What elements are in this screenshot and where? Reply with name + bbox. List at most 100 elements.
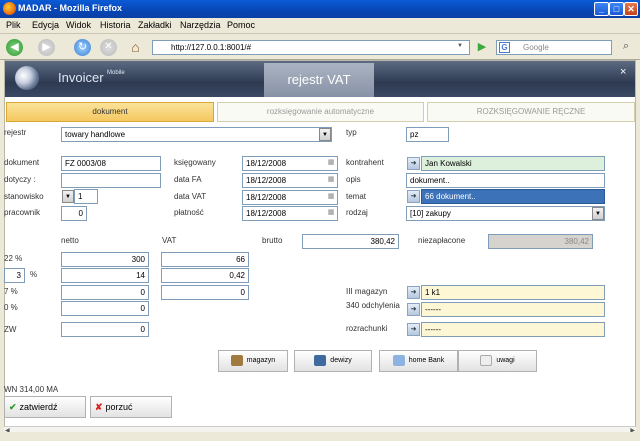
netto-zw-field[interactable]: 0 — [61, 322, 149, 337]
confirm-button[interactable]: ✔ zatwierdź — [4, 396, 86, 418]
magazyn-button[interactable]: magazyn — [218, 350, 288, 372]
rate-22-label: 22 % — [4, 254, 23, 263]
stop-icon[interactable]: ✕ — [100, 39, 117, 56]
calendar-icon[interactable]: ▦ — [326, 157, 336, 170]
odchylenia-field[interactable]: ------ — [421, 302, 605, 317]
calendar-icon[interactable]: ▦ — [326, 174, 336, 187]
google-icon[interactable]: G — [499, 42, 510, 53]
odchylenia-picker-icon[interactable]: ➜ — [407, 303, 420, 316]
reload-icon[interactable]: ↻ — [74, 39, 91, 56]
window-close-button[interactable]: ✕ — [624, 2, 638, 16]
rejestr-dropdown-icon[interactable]: ▼ — [319, 128, 331, 141]
kontrahent-label: kontrahent — [346, 158, 384, 167]
stanowisko-label: stanowisko — [4, 192, 44, 201]
kontrahent-field[interactable]: Jan Kowalski — [421, 156, 605, 171]
menu-historia[interactable]: Historia — [100, 20, 131, 30]
netto-0-field[interactable]: 0 — [61, 301, 149, 316]
tab-rozksiegowanie-reczne[interactable]: ROZKSIĘGOWANIE RĘCZNE — [427, 102, 635, 122]
rodzaj-select[interactable]: [10] zakupy — [406, 206, 605, 221]
brutto-field[interactable]: 380,42 — [302, 234, 399, 249]
url-bar[interactable]: http://127.0.0.1:8001/# — [152, 40, 470, 55]
netto-7-field[interactable]: 0 — [61, 285, 149, 300]
opis-field[interactable]: dokument.. — [406, 173, 605, 188]
cancel-button[interactable]: ✘ porzuć — [90, 396, 172, 418]
magazyn-field[interactable]: 1 k1 — [421, 285, 605, 300]
dewizy-button[interactable]: dewizy — [294, 350, 372, 372]
home-bank-button[interactable]: home Bank — [379, 350, 458, 372]
cross-icon: ✘ — [95, 402, 103, 412]
stanowisko-field[interactable]: 1 — [74, 189, 98, 204]
dokument-label: dokument — [4, 158, 40, 167]
balance-summary: WN 314,00 MA — [4, 385, 59, 394]
calendar-icon[interactable]: ▦ — [326, 207, 336, 220]
rejestr-select[interactable]: towary handlowe — [61, 127, 332, 142]
tab-dokument[interactable]: dokument — [6, 102, 214, 122]
menu-widok[interactable]: Widok — [66, 20, 91, 30]
menu-narzedzia[interactable]: Narzędzia — [180, 20, 221, 30]
vat-22-field[interactable]: 66 — [161, 252, 249, 267]
datavat-label: data VAT — [174, 192, 207, 201]
url-dropdown-icon[interactable]: ▼ — [457, 43, 463, 49]
app-edition: Mobile — [107, 70, 125, 76]
dewizy-button-label: dewizy — [330, 357, 352, 364]
temat-label: temat — [346, 192, 367, 201]
app-name: Invoicer — [58, 70, 104, 85]
vat-custom-field[interactable]: 0,42 — [161, 268, 249, 283]
search-go-icon[interactable]: ⌕ — [616, 40, 636, 55]
datavat-field[interactable]: 18/12/2008 — [242, 190, 338, 205]
home-bank-button-label: home Bank — [408, 357, 445, 364]
app-close-icon[interactable]: × — [620, 66, 626, 78]
ksiegowany-field[interactable]: 18/12/2008 — [242, 156, 338, 171]
home-icon[interactable]: ⌂ — [127, 39, 144, 56]
tab-rozksiegowanie-automatyczne[interactable]: rozksięgowanie automatyczne — [217, 102, 424, 122]
netto-custom-field[interactable]: 14 — [61, 268, 149, 283]
menu-pomoc[interactable]: Pomoc — [227, 20, 255, 30]
odchylenia-label: 340 odchylenia — [346, 301, 400, 310]
module-title[interactable]: rejestr VAT — [264, 63, 374, 97]
magazyn-picker-icon[interactable]: ➜ — [407, 286, 420, 299]
maximize-button[interactable]: □ — [609, 2, 624, 16]
temat-picker-icon[interactable]: ➜ — [407, 190, 420, 203]
custom-rate-field[interactable]: 3 — [4, 268, 25, 283]
custom-rate-label: % — [30, 270, 38, 279]
check-icon: ✔ — [9, 402, 17, 412]
go-icon[interactable]: ▶ — [474, 40, 490, 55]
rodzaj-dropdown-icon[interactable]: ▼ — [592, 207, 604, 220]
menu-bar: Plik Edycja Widok Historia Zakładki Narz… — [0, 18, 640, 34]
pracownik-label: pracownik — [4, 208, 41, 217]
datafa-field[interactable]: 18/12/2008 — [242, 173, 338, 188]
forward-icon[interactable]: ▶ — [38, 39, 55, 56]
calendar-icon[interactable]: ▦ — [326, 191, 336, 204]
pracownik-field[interactable]: 0 — [61, 206, 87, 221]
platnosc-label: płatność — [174, 208, 204, 217]
vat-7-field[interactable]: 0 — [161, 285, 249, 300]
brutto-label: brutto — [262, 236, 283, 245]
vat-header: VAT — [162, 236, 177, 245]
menu-edycja[interactable]: Edycja — [32, 20, 59, 30]
menu-zakladki[interactable]: Zakładki — [138, 20, 172, 30]
netto-22-field[interactable]: 300 — [61, 252, 149, 267]
warehouse-icon — [230, 354, 243, 366]
rate-zw-label: ZW — [4, 325, 17, 334]
rozrachunki-field[interactable]: ------ — [421, 322, 605, 337]
minimize-button[interactable]: _ — [594, 2, 609, 16]
cancel-button-label: porzuć — [105, 402, 133, 412]
temat-field[interactable]: 66 dokument.. — [421, 189, 605, 204]
menu-plik[interactable]: Plik — [6, 20, 21, 30]
back-icon[interactable]: ◀ — [6, 39, 23, 56]
window-title: MADAR - Mozilla Firefox — [0, 0, 640, 18]
uwagi-button[interactable]: uwagi — [458, 350, 537, 372]
rejestr-label: rejestr — [4, 128, 27, 137]
dotyczy-field[interactable] — [61, 173, 161, 188]
platnosc-field[interactable]: 18/12/2008 — [242, 206, 338, 221]
datafa-label: data FA — [174, 175, 202, 184]
confirm-button-label: zatwierdź — [19, 402, 58, 412]
typ-field[interactable]: pz — [406, 127, 449, 142]
dokument-field[interactable]: FZ 0003/08 — [61, 156, 161, 171]
search-input[interactable]: Google — [496, 40, 612, 55]
rozrachunki-picker-icon[interactable]: ➜ — [407, 323, 420, 336]
niezaplacone-field: 380,42 — [488, 234, 593, 249]
stanowisko-dropdown-icon[interactable]: ▼ — [62, 190, 74, 203]
kontrahent-picker-icon[interactable]: ➜ — [407, 157, 420, 170]
rodzaj-label: rodzaj — [346, 208, 368, 217]
